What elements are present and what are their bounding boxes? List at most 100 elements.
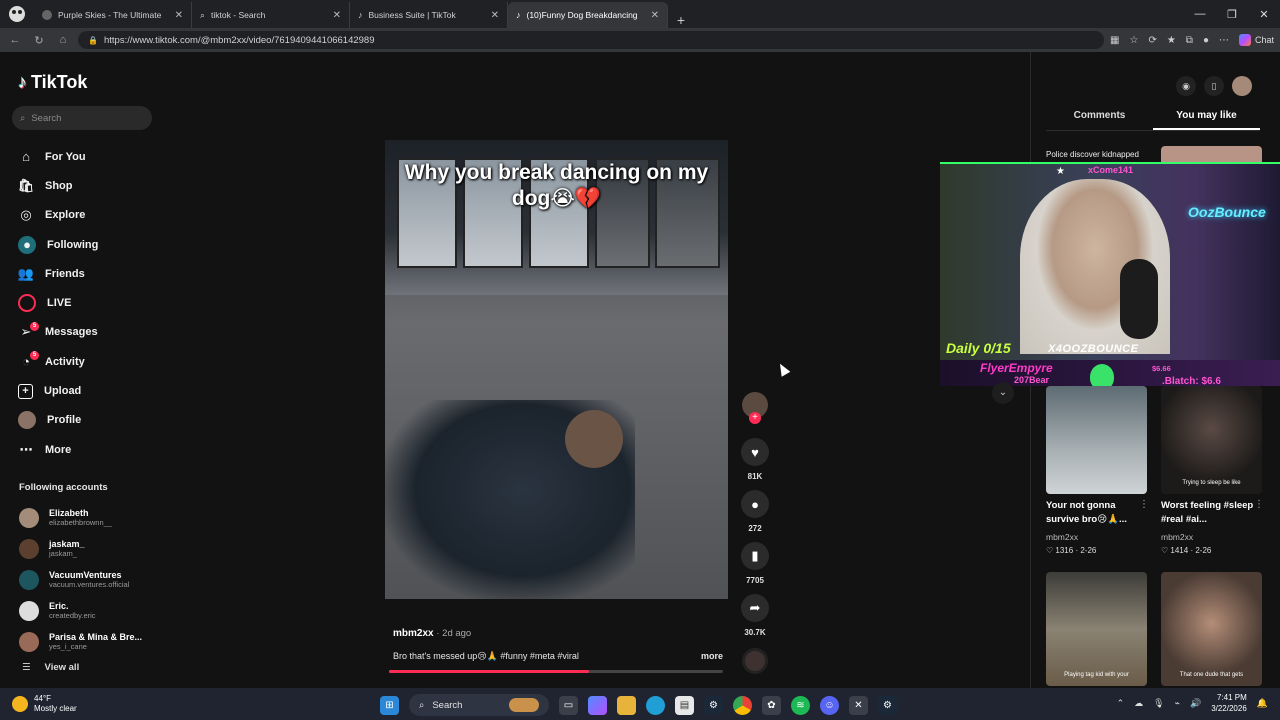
- tab-funny-dog[interactable]: ♪ (10)Funny Dog Breakdancing ✕: [508, 2, 668, 28]
- weather-widget[interactable]: 44°F Mostly clear: [12, 694, 77, 714]
- minimize-icon[interactable]: —: [1184, 8, 1216, 20]
- apps-icon[interactable]: ▦: [1110, 35, 1119, 46]
- menu-dots-icon[interactable]: ⋯: [1219, 35, 1229, 46]
- tab-tiktok-search[interactable]: ⌕ tiktok - Search ✕: [192, 2, 350, 28]
- url-field[interactable]: 🔒 https://www.tiktok.com/@mbm2xx/video/7…: [78, 31, 1105, 49]
- comment-button[interactable]: ● 272: [740, 490, 770, 533]
- card-author[interactable]: mbm2xx: [1161, 532, 1193, 542]
- windows-start-icon[interactable]: ⊞: [380, 695, 399, 715]
- recommendation-thumb[interactable]: That one dude that gets: [1161, 572, 1262, 686]
- upload-icon: +: [18, 383, 33, 399]
- weather-text: 44°F Mostly clear: [34, 694, 77, 714]
- sidebar-item-for-you[interactable]: ⌂ For You: [18, 142, 158, 171]
- user-avatar[interactable]: [1232, 76, 1252, 96]
- card-title[interactable]: Worst feeling #sleep #real #ai...: [1161, 499, 1265, 527]
- sidebar-item-shop[interactable]: 🛍 Shop: [18, 171, 158, 200]
- favorites-icon[interactable]: ★: [1167, 35, 1176, 46]
- network-icon[interactable]: ⌁: [1175, 698, 1180, 709]
- browser-profile-icon[interactable]: [0, 0, 34, 28]
- sidebar-item-explore[interactable]: ◎ Explore: [18, 201, 158, 230]
- chat-button[interactable]: Chat: [1238, 34, 1274, 46]
- chevron-down-icon[interactable]: ⌄: [992, 382, 1014, 404]
- profile-icon: [18, 411, 36, 430]
- sidebar-item-more[interactable]: ⋯ More: [18, 435, 158, 464]
- copilot-icon[interactable]: [588, 695, 607, 715]
- volume-icon[interactable]: 🔊: [1190, 698, 1201, 709]
- tab-business-suite[interactable]: ♪ Business Suite | TikTok ✕: [350, 2, 508, 28]
- music-disc-icon[interactable]: [742, 648, 768, 674]
- card-menu-icon[interactable]: ⋮: [1139, 499, 1149, 510]
- file-explorer-icon[interactable]: [617, 695, 636, 715]
- following-account[interactable]: Parisa & Mina & Bre... yes_i_cane: [19, 626, 159, 657]
- sidebar-item-friends[interactable]: 👥 Friends: [18, 259, 158, 288]
- following-account[interactable]: VacuumVentures vacuum.ventures.official: [19, 564, 159, 595]
- browser-avatar-icon[interactable]: ●: [1203, 35, 1209, 46]
- follow-plus-icon[interactable]: +: [749, 412, 761, 424]
- clock[interactable]: 7:41 PM 3/22/2026: [1211, 692, 1247, 714]
- tab-purple-skies[interactable]: Purple Skies - The Ultimate ✕: [34, 2, 192, 28]
- recommendation-title[interactable]: Police discover kidnapped: [1046, 150, 1158, 159]
- tab-close-icon[interactable]: ✕: [333, 10, 341, 21]
- app-icon[interactable]: ✿: [762, 695, 781, 715]
- home-icon[interactable]: ⌂: [54, 34, 72, 46]
- card-author[interactable]: mbm2xx: [1046, 532, 1078, 542]
- search-input[interactable]: ⌕ Search: [12, 106, 152, 130]
- back-icon[interactable]: ←: [6, 34, 24, 46]
- thumb-caption: Trying to sleep be like: [1182, 480, 1241, 486]
- coin-icon[interactable]: ◉: [1176, 76, 1196, 96]
- sidebar-item-activity[interactable]: ◔ 5 Activity: [18, 347, 158, 376]
- collections-icon[interactable]: ⧉: [1186, 35, 1193, 46]
- steam-tray-icon[interactable]: ⚙: [878, 695, 897, 715]
- refresh-icon[interactable]: ↻: [30, 34, 48, 47]
- tab-you-may-like[interactable]: You may like: [1153, 110, 1260, 130]
- save-button[interactable]: ▮ 7705: [740, 542, 770, 585]
- xbox-icon[interactable]: ✕: [849, 695, 868, 715]
- following-account[interactable]: jaskam_ jaskam_: [19, 533, 159, 564]
- discord-icon[interactable]: ☺: [820, 695, 839, 715]
- video-progress-bar[interactable]: [389, 670, 723, 673]
- tiktok-logo[interactable]: ♪ TikTok: [18, 72, 87, 93]
- new-tab-button[interactable]: +: [668, 12, 694, 28]
- recommendation-thumb[interactable]: Trying to sleep be like: [1161, 386, 1262, 494]
- close-window-icon[interactable]: ✕: [1248, 8, 1280, 21]
- tab-comments[interactable]: Comments: [1046, 110, 1153, 130]
- like-button[interactable]: ♥ 81K: [740, 438, 770, 481]
- heart-icon: ♡: [1046, 546, 1054, 555]
- favorite-icon[interactable]: ☆: [1129, 35, 1138, 46]
- more-button[interactable]: more: [701, 651, 723, 662]
- video-author[interactable]: mbm2xx: [393, 628, 434, 639]
- tab-close-icon[interactable]: ✕: [175, 10, 183, 21]
- sidebar-item-upload[interactable]: + Upload: [18, 376, 158, 405]
- card-menu-icon[interactable]: ⋮: [1254, 499, 1264, 510]
- recommendation-thumb[interactable]: Playing tag kid with your: [1046, 572, 1147, 686]
- author-avatar[interactable]: +: [742, 392, 768, 424]
- chrome-icon[interactable]: [733, 695, 752, 715]
- taskbar-search[interactable]: ⌕ Search: [409, 694, 549, 716]
- mic-icon[interactable]: 🎙: [1153, 698, 1164, 709]
- card-title[interactable]: Your not gonna survive bro😢🙏...: [1046, 499, 1150, 527]
- following-icon: ●: [18, 235, 36, 254]
- sidebar-item-live[interactable]: LIVE: [18, 288, 158, 317]
- sidebar-item-messages[interactable]: ➢ 5 Messages: [18, 318, 158, 347]
- chevron-up-icon[interactable]: ⌃: [1117, 698, 1125, 709]
- following-account[interactable]: Elizabeth elizabethbrownn__: [19, 502, 159, 533]
- store-icon[interactable]: ▤: [675, 695, 694, 715]
- notification-icon[interactable]: 🔔: [1257, 698, 1268, 709]
- edge-icon[interactable]: [646, 695, 665, 715]
- following-account[interactable]: Eric. createdby.eric: [19, 595, 159, 626]
- task-view-icon[interactable]: ▭: [559, 695, 578, 715]
- spotify-icon[interactable]: ≋: [791, 695, 810, 715]
- sidebar-item-profile[interactable]: Profile: [18, 406, 158, 435]
- sidebar-item-following[interactable]: ● Following: [18, 230, 158, 259]
- maximize-icon[interactable]: ❐: [1216, 8, 1248, 21]
- tab-close-icon[interactable]: ✕: [651, 10, 659, 21]
- extensions-icon[interactable]: ⟳: [1148, 35, 1156, 46]
- share-button[interactable]: ➦ 30.7K: [740, 594, 770, 637]
- steam-icon[interactable]: ⚙: [704, 695, 723, 715]
- tab-close-icon[interactable]: ✕: [491, 10, 499, 21]
- cloud-icon[interactable]: ☁: [1134, 698, 1143, 709]
- view-all-button[interactable]: ☰ View all: [22, 662, 79, 673]
- device-icon[interactable]: ▯: [1204, 76, 1224, 96]
- video-player[interactable]: Why you break dancing on my dog😭💔: [385, 140, 728, 599]
- recommendation-thumb[interactable]: [1046, 386, 1147, 494]
